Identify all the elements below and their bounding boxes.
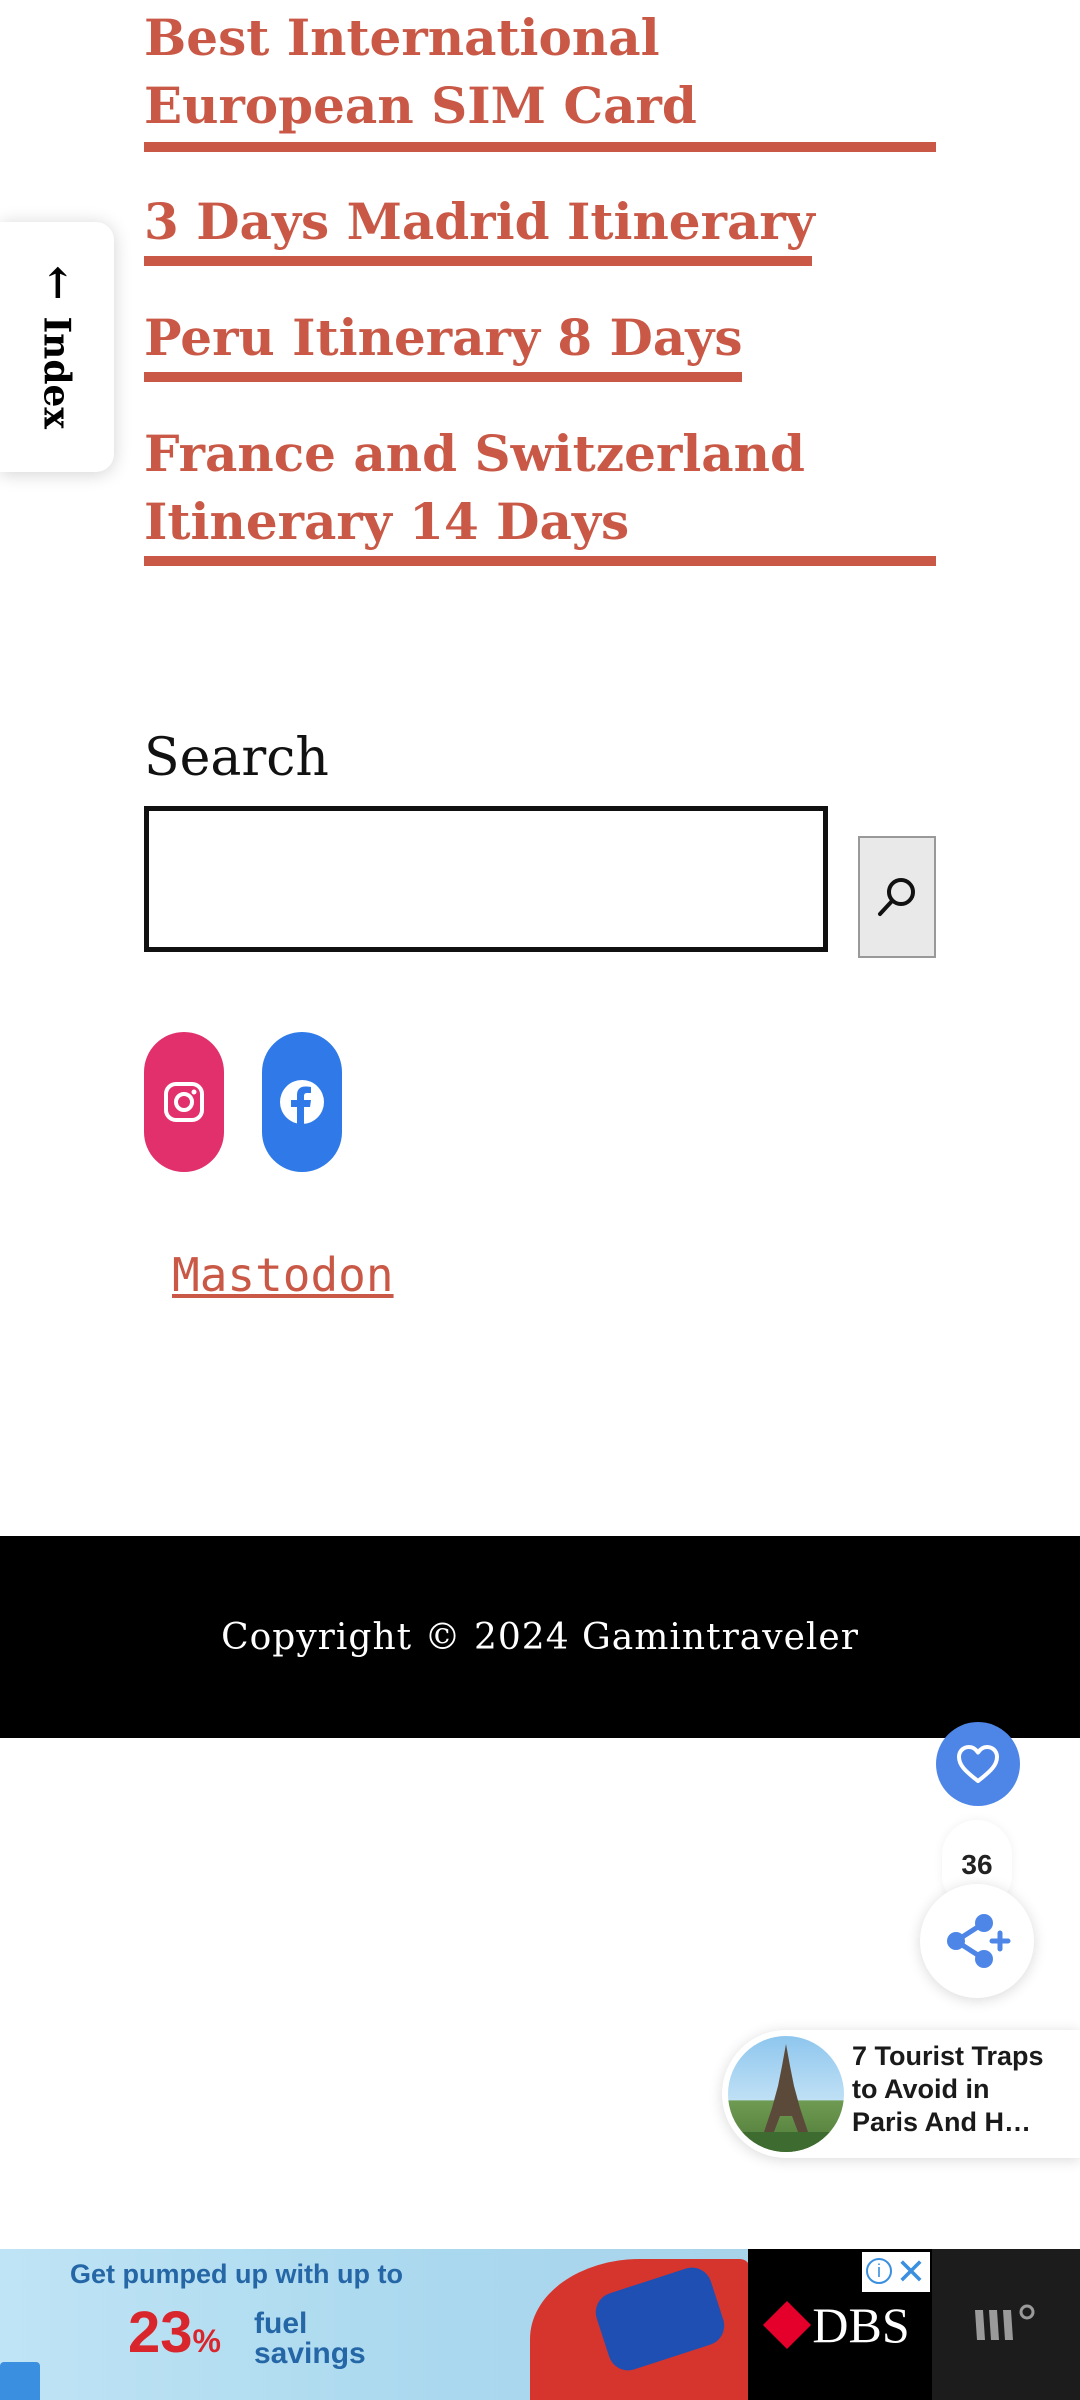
post-link-european-sim[interactable]: Best International European SIM Card <box>144 4 936 152</box>
instagram-button[interactable] <box>144 1032 224 1172</box>
index-tab-content: → Index <box>33 265 82 429</box>
heart-icon <box>957 1745 999 1783</box>
article-title: 7 Tourist Traps to Avoid in Paris And H… <box>852 2040 1077 2139</box>
close-icon: ✕ <box>895 2251 926 2292</box>
index-tab-label: Index <box>36 316 78 429</box>
index-tab[interactable]: → Index <box>0 222 114 472</box>
ad-info-icon[interactable]: i <box>866 2258 892 2284</box>
ad-network-logo <box>932 2249 1080 2400</box>
ad-close-button[interactable]: i ✕ <box>862 2251 930 2292</box>
post-link-line: Best International <box>144 8 660 67</box>
site-footer: Copyright © 2024 Gamintraveler <box>0 1536 1080 1738</box>
post-link-line: Itinerary 14 Days <box>144 492 630 551</box>
share-button[interactable] <box>920 1884 1034 1998</box>
share-icon <box>947 1914 1011 1968</box>
ad-brand-name: DBS <box>812 2296 910 2353</box>
ad-fuel-line: fuel <box>254 2307 308 2340</box>
link-underline <box>144 256 812 266</box>
recommended-article-card[interactable]: 7 Tourist Traps to Avoid in Paris And H… <box>722 2030 1080 2158</box>
link-underline <box>144 556 936 566</box>
link-underline <box>144 372 742 382</box>
ad-headline: Get pumped up with up to <box>70 2259 403 2289</box>
dbs-logo-icon <box>763 2300 812 2349</box>
mastodon-link[interactable]: Mastodon <box>172 1248 394 1302</box>
copyright-text: Copyright © 2024 Gamintraveler <box>221 1616 859 1658</box>
search-icon <box>878 878 915 916</box>
ad-percent-value: 23 <box>128 2300 193 2365</box>
article-thumbnail <box>728 2036 844 2152</box>
instagram-icon <box>164 1082 204 1122</box>
search-button[interactable] <box>858 836 936 958</box>
ad-percent: 23% <box>128 2299 221 2366</box>
post-link-line: 3 Days Madrid Itinerary <box>144 192 815 251</box>
ad-network-icon <box>975 2304 1035 2340</box>
link-underline <box>144 142 936 152</box>
ad-percent-sign: % <box>192 2323 221 2359</box>
like-button[interactable] <box>936 1722 1020 1806</box>
ad-creative: Get pumped up with up to 23% fuel saving… <box>0 2249 750 2400</box>
ad-badge-icon <box>0 2362 40 2400</box>
search-input[interactable] <box>144 806 828 952</box>
ad-fuel-savings: fuel savings <box>254 2309 366 2369</box>
article-title-line: to Avoid in <box>852 2074 990 2104</box>
arrow-icon: → <box>32 265 82 301</box>
eiffel-tower-image <box>728 2044 844 2152</box>
post-link-line: Peru Itinerary 8 Days <box>144 308 743 367</box>
post-link-line: France and Switzerland <box>144 424 805 483</box>
ad-fuel-line: savings <box>254 2337 366 2370</box>
facebook-icon <box>280 1080 324 1124</box>
post-link-madrid[interactable]: 3 Days Madrid Itinerary <box>144 188 815 266</box>
article-title-line: Paris And H… <box>852 2107 1032 2137</box>
post-link-line: European SIM Card <box>144 76 697 135</box>
facebook-button[interactable] <box>262 1032 342 1172</box>
search-label: Search <box>144 728 329 788</box>
post-link-peru[interactable]: Peru Itinerary 8 Days <box>144 304 743 382</box>
post-link-france-switzerland[interactable]: France and Switzerland Itinerary 14 Days <box>144 420 936 566</box>
article-title-line: 7 Tourist Traps <box>852 2041 1044 2071</box>
